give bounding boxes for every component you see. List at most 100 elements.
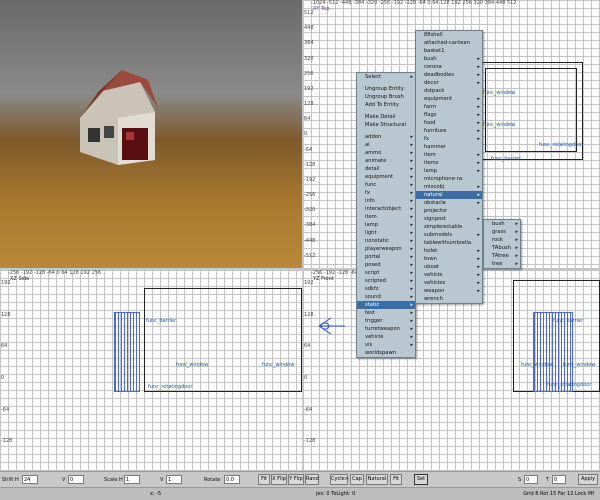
menu-item[interactable]: toilet (416, 247, 482, 255)
menu-item[interactable]: uboat (416, 263, 482, 271)
menu-item[interactable]: deadbodies (416, 71, 482, 79)
menu-item[interactable]: items (416, 159, 482, 167)
menu-item[interactable]: farm (416, 103, 482, 111)
scale-v-field[interactable]: 1 (166, 475, 182, 484)
menu-item[interactable]: portal (357, 253, 415, 261)
menu-item[interactable]: addon (357, 133, 415, 141)
menu-item[interactable]: 88shell (416, 31, 482, 39)
menu-item[interactable]: simplerectable (416, 223, 482, 231)
cap-button[interactable]: Cap (350, 474, 364, 485)
ruler-tick: 192 (304, 85, 314, 92)
t-label: T (546, 477, 550, 483)
menu-item[interactable]: playerweapon (357, 245, 415, 253)
menu-item[interactable]: equipment (357, 173, 415, 181)
menu-item[interactable]: natural (416, 191, 482, 199)
xz-side-viewport[interactable]: -256 -192 -128 -64 0 64 128 192 256 XZ S… (0, 270, 302, 471)
fit-button[interactable]: Fit (258, 474, 270, 485)
menu-item[interactable]: static (357, 301, 415, 309)
menu-item[interactable]: tablewithumbrella (416, 239, 482, 247)
menu-item[interactable]: ammo (357, 149, 415, 157)
menu-item[interactable]: hammer (416, 143, 482, 151)
menu-item[interactable]: lamp (416, 167, 482, 175)
menu-item[interactable]: projector (416, 207, 482, 215)
menu-item[interactable]: weapon (416, 287, 482, 295)
menu-item[interactable]: town (416, 255, 482, 263)
shift-v-field[interactable]: 0 (68, 475, 84, 484)
menu-item[interactable]: mixcobj (416, 183, 482, 191)
menu-item[interactable]: wrench (416, 295, 482, 303)
menu-item[interactable]: basket1 (416, 47, 482, 55)
menu-item[interactable]: furniture (416, 127, 482, 135)
menu-item[interactable]: script (357, 269, 415, 277)
menu-item[interactable]: interactobject (357, 205, 415, 213)
menu-item[interactable]: submodels (416, 231, 482, 239)
cycle-button[interactable]: Cycle> (330, 474, 349, 485)
xflip-button[interactable]: X Flip (271, 474, 287, 485)
menu-item[interactable]: Ungroup Entity (357, 85, 415, 93)
menu-item[interactable]: turretweapon (357, 325, 415, 333)
menu-item[interactable]: TAtree (484, 252, 520, 260)
menu-item[interactable]: tree (484, 260, 520, 268)
menu-item[interactable]: vis (357, 341, 415, 349)
menu-item[interactable]: dstpack (416, 87, 482, 95)
menu-item[interactable]: bush (484, 220, 520, 228)
shift-h-field[interactable]: 24 (22, 475, 38, 484)
camera-icon[interactable] (317, 314, 347, 338)
menu-item[interactable]: corona (416, 63, 482, 71)
menu-item[interactable]: bush (416, 55, 482, 63)
menu-item[interactable]: info (357, 197, 415, 205)
menu-item[interactable]: scripted (357, 277, 415, 285)
scale-h-field[interactable]: 1 (124, 475, 140, 484)
menu-item[interactable]: flags (416, 111, 482, 119)
menu-item[interactable]: fx (357, 189, 415, 197)
menu-item[interactable]: microphone-ns (416, 175, 482, 183)
menu-item[interactable]: Make Structural (357, 121, 415, 129)
natural-button[interactable]: Natural (366, 474, 388, 485)
rand-button[interactable]: Rand (305, 474, 319, 485)
entity-label: func_window (521, 362, 554, 368)
menu-item[interactable]: decor (416, 79, 482, 87)
menu-item[interactable]: lamp (357, 221, 415, 229)
menu-item[interactable]: Select (357, 73, 415, 81)
menu-item[interactable]: vehicle (357, 333, 415, 341)
natural-submenu[interactable]: bushgrassrockTAbushTAtreetree (483, 219, 521, 269)
menu-item[interactable]: detail (357, 165, 415, 173)
menu-item[interactable]: rock (484, 236, 520, 244)
menu-item[interactable]: equipment (416, 95, 482, 103)
menu-item[interactable]: sdkfz (357, 285, 415, 293)
context-menu[interactable]: Select Ungroup EntityUngroup BrushAdd To … (356, 72, 416, 358)
menu-item[interactable]: test (357, 309, 415, 317)
menu-item[interactable]: Ungroup Brush (357, 93, 415, 101)
menu-item[interactable]: sound (357, 293, 415, 301)
menu-item[interactable]: Add To Entity (357, 101, 415, 109)
fit-texture-button[interactable]: Fit (390, 474, 402, 485)
perspective-viewport[interactable] (0, 0, 302, 268)
menu-item[interactable]: animate (357, 157, 415, 165)
menu-item[interactable]: food (416, 119, 482, 127)
s-field[interactable]: 0 (524, 475, 538, 484)
menu-item[interactable]: item (357, 213, 415, 221)
menu-item[interactable]: ai (357, 141, 415, 149)
menu-item[interactable]: Make Detail (357, 113, 415, 121)
menu-item[interactable]: fx (416, 135, 482, 143)
menu-item[interactable]: item (416, 151, 482, 159)
menu-item[interactable]: light (357, 229, 415, 237)
yflip-button[interactable]: Y Flip (288, 474, 304, 485)
menu-item[interactable]: vehicles (416, 279, 482, 287)
menu-item[interactable]: signpost (416, 215, 482, 223)
menu-item[interactable]: nonstatic (357, 237, 415, 245)
set-button[interactable]: Set (414, 474, 428, 485)
menu-item[interactable]: TAbush (484, 244, 520, 252)
menu-item[interactable]: func (357, 181, 415, 189)
menu-item[interactable]: obstacle (416, 199, 482, 207)
menu-item[interactable]: vehicle (416, 271, 482, 279)
menu-item[interactable]: worldspawn (357, 349, 415, 357)
menu-item[interactable]: attached-canteen (416, 39, 482, 47)
static-submenu[interactable]: 88shellattached-canteenbasket1bushcorona… (415, 30, 483, 304)
menu-item[interactable]: grass (484, 228, 520, 236)
apply-button[interactable]: Apply (578, 474, 598, 485)
t-field[interactable]: 0 (552, 475, 566, 484)
menu-item[interactable]: posed (357, 261, 415, 269)
menu-item[interactable]: trigger (357, 317, 415, 325)
rotate-field[interactable]: 0.0 (224, 475, 240, 484)
